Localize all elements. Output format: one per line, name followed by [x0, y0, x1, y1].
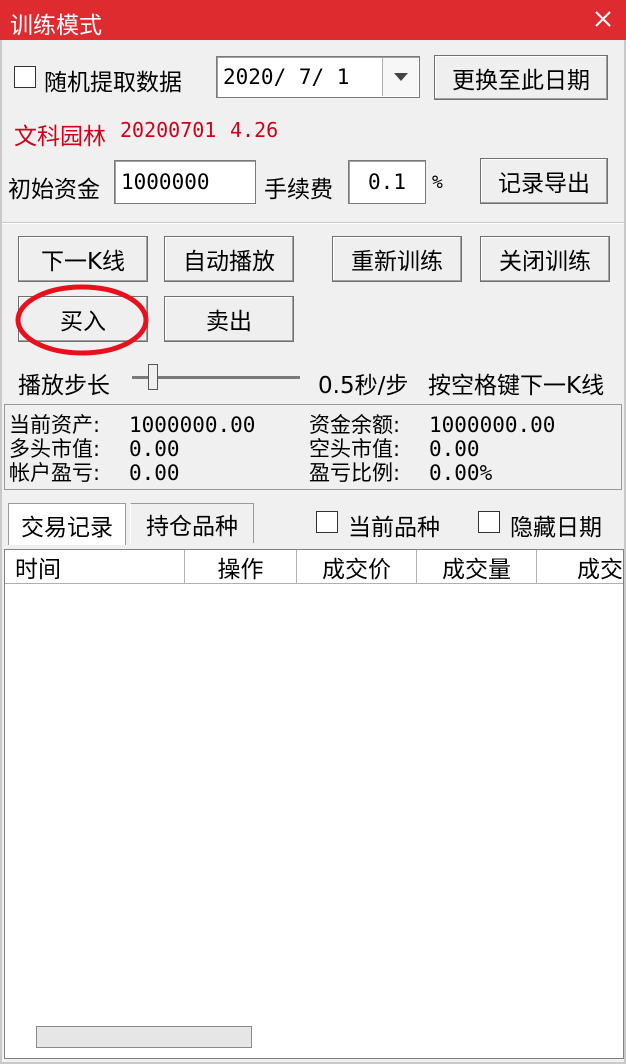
next-k-line-button[interactable]: 下一K线: [18, 236, 148, 282]
sell-button[interactable]: 卖出: [164, 296, 294, 342]
stock-name: 文科园林: [14, 124, 106, 150]
long-value-value: 0.00: [129, 437, 180, 461]
window-border-left: [0, 40, 2, 1064]
restart-training-button[interactable]: 重新训练: [332, 236, 462, 282]
profit-loss-label: 帐户盈亏:: [9, 461, 101, 485]
trade-records-list[interactable]: 时间 操作 成交价 成交量 成交: [4, 549, 624, 1059]
column-header-price[interactable]: 成交价: [297, 550, 417, 584]
short-value-label: 空头市值:: [309, 437, 401, 461]
long-value-label: 多头市值:: [9, 437, 101, 461]
fee-unit: %: [432, 172, 443, 193]
step-label: 播放步长: [18, 373, 110, 399]
space-key-hint: 按空格键下一K线: [428, 373, 605, 399]
export-records-button[interactable]: 记录导出: [480, 158, 608, 204]
random-data-checkbox[interactable]: [14, 66, 36, 88]
initial-capital-value: 1000000: [121, 170, 210, 194]
separator: [2, 222, 624, 224]
chevron-down-icon: [393, 73, 408, 81]
date-value: 2020/ 7/ 1: [223, 65, 350, 89]
column-header-volume[interactable]: 成交量: [417, 550, 537, 584]
fee-label: 手续费: [264, 177, 333, 203]
tab-trade-records[interactable]: 交易记录: [8, 503, 126, 545]
date-dropdown-button[interactable]: [382, 58, 418, 96]
current-symbol-label: 当前品种: [348, 515, 440, 541]
stock-price: 4.26: [230, 118, 279, 142]
initial-capital-input[interactable]: 1000000: [114, 160, 256, 204]
random-data-label: 随机提取数据: [44, 70, 182, 96]
window-title: 训练模式: [10, 13, 102, 39]
fee-value: 0.1: [368, 170, 406, 194]
column-header-time[interactable]: 时间: [5, 550, 185, 584]
fee-input[interactable]: 0.1: [348, 160, 426, 204]
column-header-action[interactable]: 操作: [185, 550, 297, 584]
auto-play-button[interactable]: 自动播放: [164, 236, 294, 282]
account-stats: 当前资产: 1000000.00 资金余额: 1000000.00 多头市值: …: [4, 404, 622, 490]
balance-value: 1000000.00: [429, 413, 556, 437]
hide-date-label: 隐藏日期: [510, 515, 602, 541]
stock-date: 20200701: [120, 118, 217, 142]
horizontal-scrollbar[interactable]: [36, 1026, 252, 1048]
current-assets-label: 当前资产:: [9, 413, 101, 437]
close-icon: [595, 11, 611, 27]
profit-loss-ratio-value: 0.00%: [429, 461, 493, 485]
initial-capital-label: 初始资金: [8, 177, 100, 203]
current-assets-value: 1000000.00: [129, 413, 256, 437]
step-slider-thumb[interactable]: [148, 364, 158, 390]
profit-loss-value: 0.00: [129, 461, 180, 485]
step-value: 0.5秒/步: [318, 373, 409, 399]
column-header-amount[interactable]: 成交: [537, 550, 623, 584]
profit-loss-ratio-label: 盈亏比例:: [309, 461, 401, 485]
short-value-value: 0.00: [429, 437, 480, 461]
hide-date-checkbox[interactable]: [478, 511, 500, 533]
balance-label: 资金余额:: [309, 413, 401, 437]
close-training-button[interactable]: 关闭训练: [480, 236, 610, 282]
title-bar: 训练模式: [0, 0, 626, 40]
current-symbol-checkbox[interactable]: [316, 511, 338, 533]
change-date-button[interactable]: 更换至此日期: [434, 55, 608, 100]
close-button[interactable]: [588, 4, 618, 34]
buy-button[interactable]: 买入: [18, 296, 148, 342]
tab-positions[interactable]: 持仓品种: [130, 503, 254, 543]
